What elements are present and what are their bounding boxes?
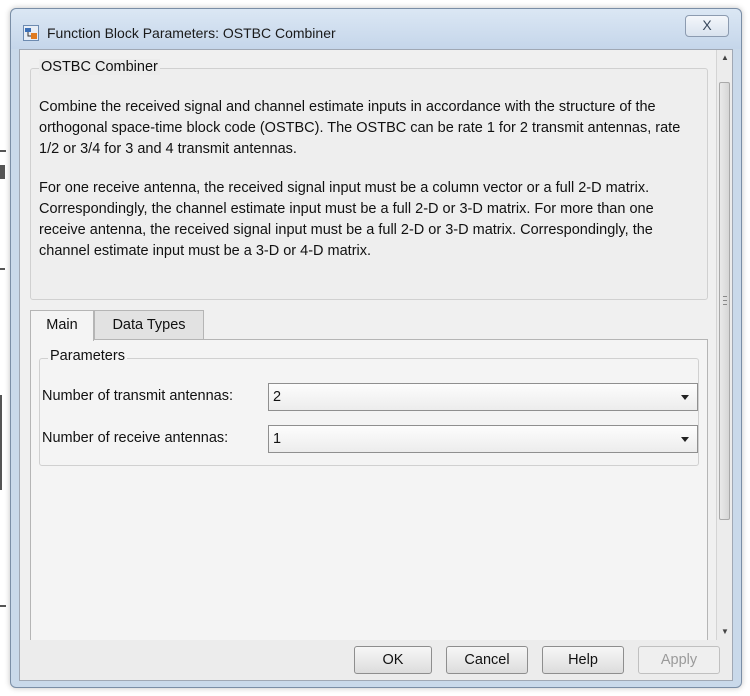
receive-antennas-label: Number of receive antennas: [42,430,229,446]
background-artifact [0,150,6,152]
apply-button[interactable]: Apply [638,646,720,674]
transmit-antennas-value: 2 [273,389,282,405]
background-artifact [0,605,6,607]
dialog-body: OSTBC Combiner Combine the received sign… [19,49,733,681]
chevron-down-icon [681,437,689,442]
parameters-group-title: Parameters [48,348,127,364]
receive-antennas-value: 1 [273,431,282,447]
parameters-group: Parameters Number of transmit antennas: … [39,348,699,466]
close-icon: X [702,17,712,33]
tab-main[interactable]: Main [30,310,94,341]
background-artifact [0,395,2,490]
description-paragraph-2: For one receive antenna, the received si… [39,180,654,259]
grip-icon [723,296,727,305]
simulink-block-icon [23,25,39,41]
tab-data-types[interactable]: Data Types [94,310,204,340]
ok-button[interactable]: OK [354,646,432,674]
cancel-button[interactable]: Cancel [446,646,528,674]
dialog-window: Function Block Parameters: OSTBC Combine… [10,8,742,688]
scroll-content[interactable]: OSTBC Combiner Combine the received sign… [20,50,716,640]
scroll-down-icon[interactable]: ▼ [717,624,733,640]
scroll-up-icon[interactable]: ▲ [717,50,733,66]
help-button[interactable]: Help [542,646,624,674]
window-title: Function Block Parameters: OSTBC Combine… [47,25,336,41]
transmit-antennas-dropdown[interactable]: 2 [268,383,698,411]
tab-bar: Main Data Types [30,310,708,341]
description-group-title: OSTBC Combiner [39,59,160,75]
description-paragraph-1: Combine the received signal and channel … [39,99,681,157]
chevron-down-icon [681,395,689,400]
background-artifact [0,165,5,179]
button-bar: OK Cancel Help Apply [20,640,732,680]
tab-panel-main: Parameters Number of transmit antennas: … [30,339,708,640]
block-description: Combine the received signal and channel … [39,97,703,280]
scrollbar-thumb[interactable] [719,82,730,520]
background-artifact [0,268,5,270]
transmit-antennas-label: Number of transmit antennas: [42,388,234,404]
vertical-scrollbar[interactable]: ▲ ▼ [716,50,732,640]
title-bar[interactable]: Function Block Parameters: OSTBC Combine… [11,9,741,49]
close-button[interactable]: X [685,15,729,37]
receive-antennas-dropdown[interactable]: 1 [268,425,698,453]
description-group: OSTBC Combiner Combine the received sign… [30,59,708,300]
